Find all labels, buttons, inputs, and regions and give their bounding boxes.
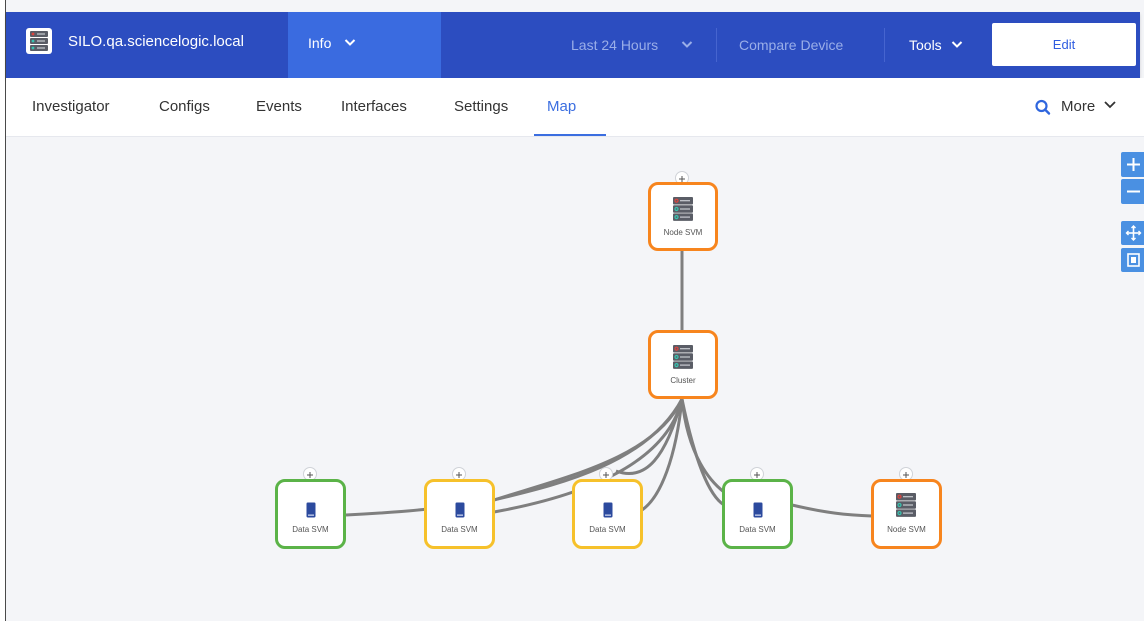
search-icon[interactable] xyxy=(1034,97,1052,122)
tab-map[interactable]: Map xyxy=(547,98,576,115)
edge-data4-node-svm xyxy=(791,503,873,518)
info-dropdown[interactable]: Info xyxy=(288,12,441,78)
tab-investigator[interactable]: Investigator xyxy=(32,98,110,115)
node-label: Cluster xyxy=(670,376,696,385)
chevron-down-icon xyxy=(951,34,963,59)
edge-cluster-data4-b xyxy=(680,398,725,507)
pan-icon[interactable] xyxy=(1121,221,1144,245)
more-menu[interactable]: More xyxy=(1061,98,1117,115)
phone-device-icon xyxy=(753,502,763,518)
server-stack-icon xyxy=(26,28,52,54)
tools-dropdown[interactable]: Tools xyxy=(909,37,942,53)
more-label: More xyxy=(1061,98,1096,115)
header-divider xyxy=(716,28,717,62)
active-tab-indicator xyxy=(534,134,606,136)
node-label: Data SVM xyxy=(292,525,329,534)
edit-button[interactable]: Edit xyxy=(992,23,1136,66)
node-label: Node SVM xyxy=(887,525,926,534)
zoom-in-icon[interactable] xyxy=(1121,152,1144,177)
edge-cluster-data4-a xyxy=(680,398,725,494)
chevron-down-icon xyxy=(681,34,693,59)
tab-settings[interactable]: Settings xyxy=(454,98,508,115)
phone-device-icon xyxy=(306,502,316,518)
server-stack-icon xyxy=(673,197,693,221)
app-frame: SILO.qa.sciencelogic.local Info Last 24 … xyxy=(0,0,1144,621)
tab-configs[interactable]: Configs xyxy=(159,98,210,115)
chevron-down-icon xyxy=(344,32,356,57)
node-data-svm-3[interactable]: Data SVM xyxy=(572,479,643,549)
info-label: Info xyxy=(308,35,332,51)
node-label: Data SVM xyxy=(739,525,776,534)
zoom-out-icon[interactable] xyxy=(1121,179,1144,204)
node-label: Data SVM xyxy=(589,525,626,534)
server-stack-icon xyxy=(896,493,916,517)
tab-bar: Investigator Configs Events Interfaces S… xyxy=(6,78,1144,137)
node-label: Data SVM xyxy=(441,525,478,534)
phone-device-icon xyxy=(603,502,613,518)
node-svm-top[interactable]: Node SVM xyxy=(648,182,718,251)
tab-events[interactable]: Events xyxy=(256,98,302,115)
topology-map[interactable]: Node SVM Cluster Data SVM Data SVM Data … xyxy=(6,137,1144,621)
node-cluster[interactable]: Cluster xyxy=(648,330,718,399)
device-header: SILO.qa.sciencelogic.local Info Last 24 … xyxy=(6,12,1140,78)
phone-device-icon xyxy=(455,502,465,518)
compare-device-button[interactable]: Compare Device xyxy=(739,37,843,53)
time-range-dropdown[interactable]: Last 24 Hours xyxy=(571,37,658,53)
device-name: SILO.qa.sciencelogic.local xyxy=(68,33,244,50)
map-edges xyxy=(345,249,873,518)
node-data-svm-4[interactable]: Data SVM xyxy=(722,479,793,549)
node-label: Node SVM xyxy=(663,228,703,237)
fit-icon[interactable] xyxy=(1121,248,1144,272)
header-divider xyxy=(884,28,885,62)
chevron-down-icon xyxy=(1104,101,1116,109)
tab-interfaces[interactable]: Interfaces xyxy=(341,98,407,115)
node-data-svm-1[interactable]: Data SVM xyxy=(275,479,346,549)
node-svm-bottom-right[interactable]: Node SVM xyxy=(871,479,942,549)
server-stack-icon xyxy=(673,345,693,369)
node-data-svm-2[interactable]: Data SVM xyxy=(424,479,495,549)
